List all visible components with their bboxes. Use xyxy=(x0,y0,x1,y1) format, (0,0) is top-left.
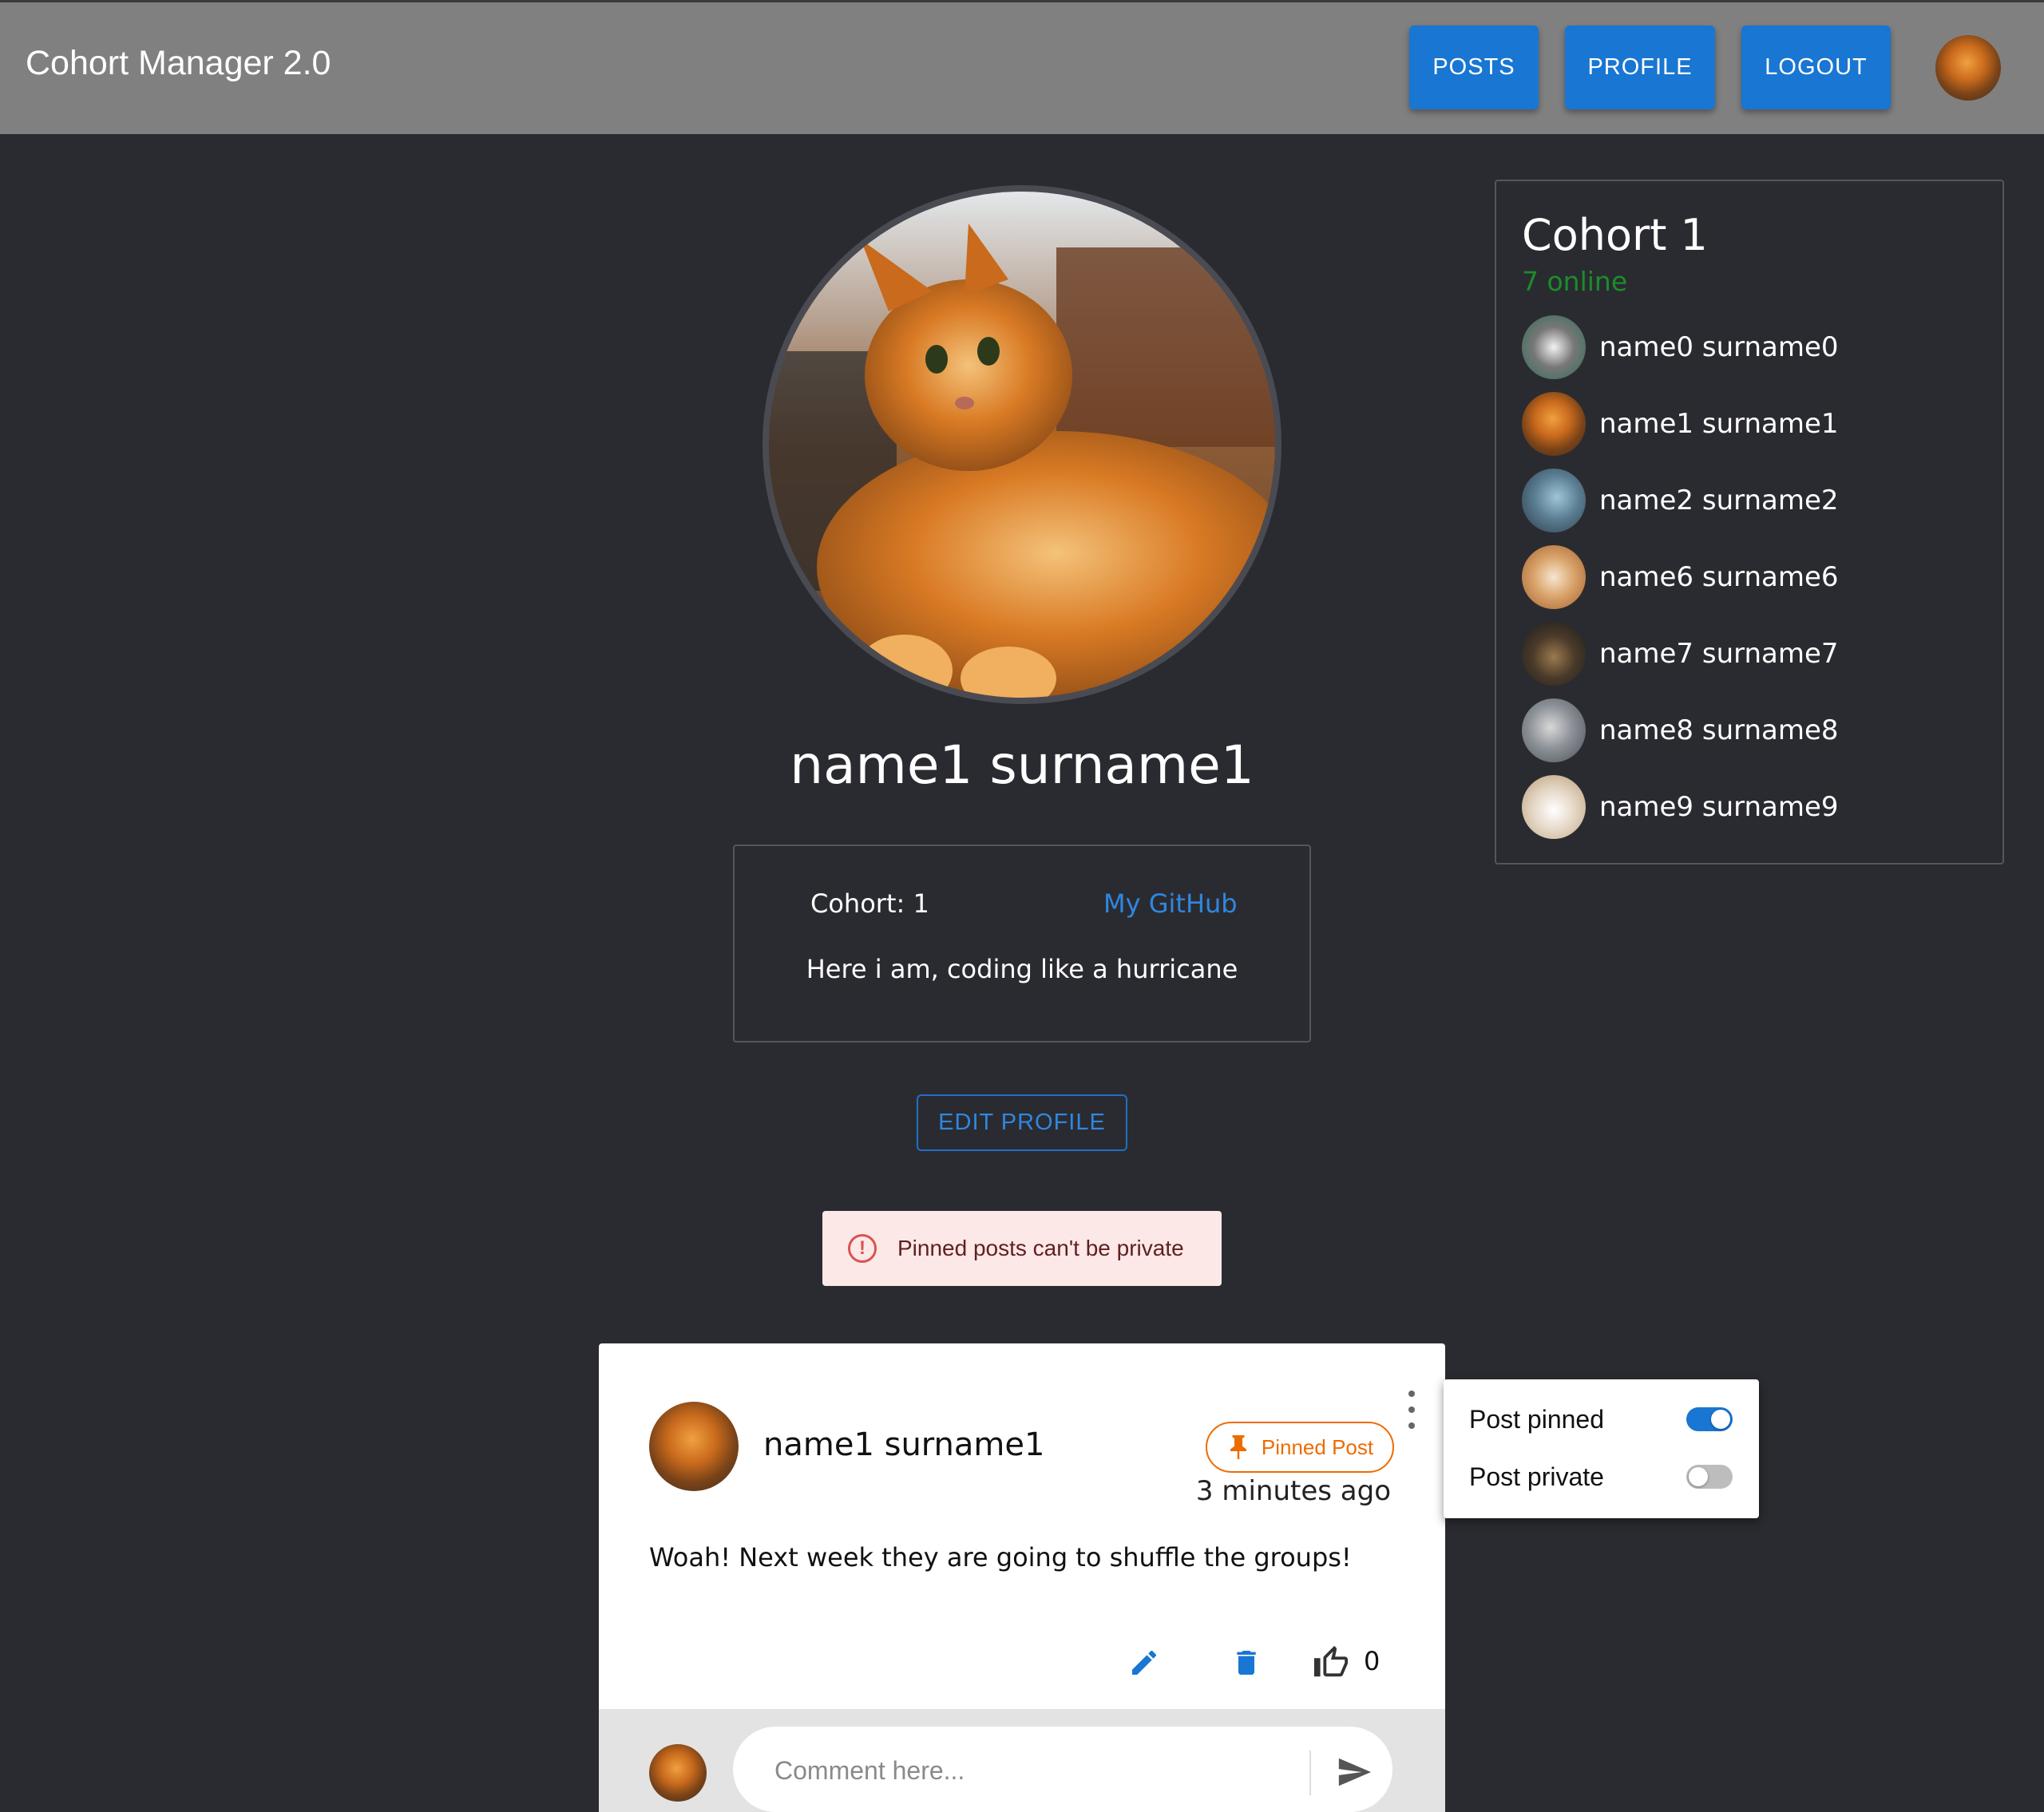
member-name: name8 surname8 xyxy=(1599,714,1839,746)
profile-nav-button[interactable]: PROFILE xyxy=(1565,26,1715,109)
github-link[interactable]: My GitHub xyxy=(1103,888,1238,919)
member-avatar xyxy=(1522,392,1586,456)
like-count: 0 xyxy=(1364,1646,1380,1676)
member-item[interactable]: name8 surname8 xyxy=(1522,697,1839,764)
pin-icon xyxy=(1230,1435,1246,1459)
member-item[interactable]: name7 surname7 xyxy=(1522,620,1839,687)
member-name: name7 surname7 xyxy=(1599,638,1839,670)
member-item[interactable]: name1 surname1 xyxy=(1522,390,1839,457)
error-alert: ! Pinned posts can't be private xyxy=(822,1211,1222,1286)
comment-user-avatar xyxy=(649,1744,707,1802)
member-avatar xyxy=(1522,622,1586,686)
profile-photo xyxy=(763,185,1281,704)
member-item[interactable]: name6 surname6 xyxy=(1522,544,1839,611)
online-count: 7 online xyxy=(1522,266,1628,297)
pinned-post-label: Pinned Post xyxy=(1261,1434,1374,1459)
edit-profile-button[interactable]: EDIT PROFILE xyxy=(917,1094,1127,1151)
post-pinned-toggle[interactable] xyxy=(1686,1407,1733,1431)
profile-name: name1 surname1 xyxy=(790,734,1254,796)
member-name: name6 surname6 xyxy=(1599,561,1839,593)
profile-cohort: Cohort: 1 xyxy=(810,888,929,919)
post-private-toggle[interactable] xyxy=(1686,1465,1733,1489)
comment-divider xyxy=(1309,1751,1311,1795)
alert-message: Pinned posts can't be private xyxy=(897,1236,1184,1260)
send-icon[interactable] xyxy=(1330,1748,1378,1796)
member-name: name0 surname0 xyxy=(1599,331,1839,363)
comment-input[interactable] xyxy=(773,1747,1300,1794)
post-author: name1 surname1 xyxy=(763,1426,1045,1463)
profile-bio: Here i am, coding like a hurricane xyxy=(806,954,1238,984)
member-avatar xyxy=(1522,469,1586,532)
member-name: name1 surname1 xyxy=(1599,408,1839,440)
like-icon[interactable] xyxy=(1309,1641,1353,1684)
post-pinned-label: Post pinned xyxy=(1469,1404,1605,1434)
member-avatar xyxy=(1522,775,1586,839)
post-private-label: Post private xyxy=(1469,1462,1604,1491)
member-item[interactable]: name2 surname2 xyxy=(1522,467,1839,534)
member-item[interactable]: name0 surname0 xyxy=(1522,314,1839,381)
error-outline-icon: ! xyxy=(848,1234,877,1263)
posts-nav-button[interactable]: POSTS xyxy=(1409,26,1539,109)
member-item[interactable]: name9 surname9 xyxy=(1522,773,1839,841)
pinned-post-badge: Pinned Post xyxy=(1206,1422,1394,1473)
post-pinned-option[interactable]: Post pinned xyxy=(1469,1395,1733,1443)
delete-icon[interactable] xyxy=(1226,1643,1266,1683)
post-time: 3 minutes ago xyxy=(1195,1475,1391,1507)
more-options-icon[interactable] xyxy=(1402,1391,1421,1429)
member-avatar xyxy=(1522,698,1586,762)
edit-icon[interactable] xyxy=(1124,1643,1164,1683)
member-name: name2 surname2 xyxy=(1599,485,1839,516)
member-name: name9 surname9 xyxy=(1599,791,1839,823)
profile-info-card xyxy=(733,845,1311,1042)
member-avatar xyxy=(1522,545,1586,609)
member-avatar xyxy=(1522,315,1586,379)
post-author-avatar[interactable] xyxy=(649,1402,739,1491)
post-private-option[interactable]: Post private xyxy=(1469,1453,1733,1501)
logout-nav-button[interactable]: LOGOUT xyxy=(1741,26,1891,109)
app-title: Cohort Manager 2.0 xyxy=(26,44,331,82)
user-avatar-icon[interactable] xyxy=(1935,35,2001,101)
cat-photo-icon xyxy=(769,192,1275,698)
post-body: Woah! Next week they are going to shuffl… xyxy=(649,1542,1352,1573)
cohort-title: Cohort 1 xyxy=(1522,210,1708,260)
